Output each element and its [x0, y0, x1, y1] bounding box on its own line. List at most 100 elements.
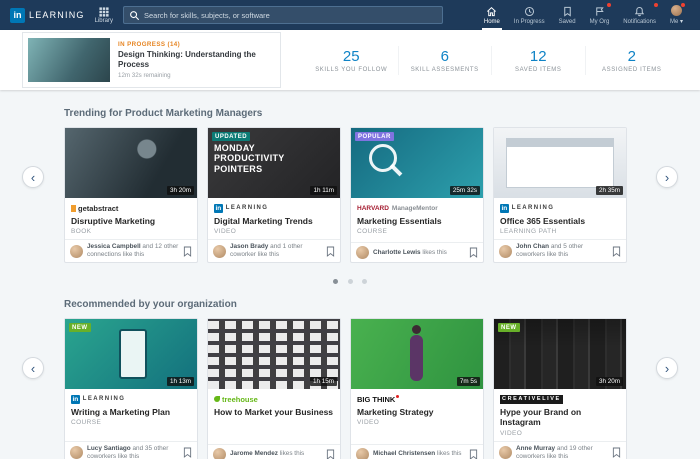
bookmark-icon[interactable]	[326, 246, 335, 257]
duration-label: 1h 11m	[310, 186, 337, 195]
liker-name[interactable]: Jason Brady	[230, 243, 268, 250]
course-type: VIDEO	[214, 228, 334, 236]
time-remaining: 12m 32s remaining	[118, 72, 270, 79]
search-bar	[123, 6, 443, 24]
section-trending: Trending for Product Marketing Managers …	[0, 108, 700, 289]
liker-name[interactable]: Anne Murray	[516, 445, 555, 452]
course-thumbnail[interactable]: UPDATED Monday Productivity Pointers 1h …	[208, 128, 340, 198]
course-thumbnail[interactable]: NEW 1h 13m	[65, 319, 197, 389]
carousel-prev-button[interactable]: ‹	[22, 166, 44, 188]
course-thumbnail[interactable]: 1h 15m	[208, 319, 340, 389]
bookmark-icon[interactable]	[469, 247, 478, 258]
liker-name[interactable]: Jarome Mendez	[230, 450, 278, 457]
pagination-dot[interactable]	[348, 279, 353, 284]
course-type: BOOK	[71, 228, 191, 236]
duration-label: 25m 32s	[450, 186, 480, 195]
stat-saved-items[interactable]: 12 SAVED ITEMS	[491, 46, 585, 75]
nav-me[interactable]: Me ▾	[663, 0, 690, 30]
course-card[interactable]: UPDATED Monday Productivity Pointers 1h …	[207, 127, 341, 263]
home-icon	[486, 6, 497, 17]
course-title[interactable]: How to Market your Business	[214, 407, 334, 417]
stat-skill-assessments[interactable]: 6 SKILL ASSESMENTS	[398, 46, 492, 75]
bookmark-icon	[562, 6, 573, 17]
badge: POPULAR	[355, 132, 394, 141]
course-title[interactable]: Office 365 Essentials	[500, 216, 620, 226]
stat-value: 25	[311, 48, 392, 65]
bookmark-icon[interactable]	[183, 246, 192, 257]
card-row: 3h 20m getabstract Disruptive Marketing …	[0, 127, 700, 263]
avatar	[499, 245, 512, 258]
clock-icon	[524, 6, 535, 17]
liker-name[interactable]: Charlotte Lewis	[373, 249, 421, 256]
in-progress-title[interactable]: Design Thinking: Understanding the Proce…	[118, 50, 270, 70]
avatar	[499, 446, 512, 459]
nav-home[interactable]: Home	[477, 0, 507, 30]
course-title[interactable]: Marketing Essentials	[357, 216, 477, 226]
nav-saved[interactable]: Saved	[552, 0, 583, 30]
course-thumbnail[interactable]: 7m 5s	[351, 319, 483, 389]
main-content: Trending for Product Marketing Managers …	[0, 90, 700, 459]
library-button[interactable]: Library	[95, 7, 113, 24]
course-card[interactable]: NEW 3h 20m CREATIVELIVE Hype your Brand …	[493, 318, 627, 459]
course-thumbnail[interactable]: 2h 35m	[494, 128, 626, 198]
course-thumbnail[interactable]: POPULAR 25m 32s	[351, 128, 483, 198]
course-type	[214, 419, 334, 427]
nav-my-org[interactable]: My Org	[583, 0, 617, 30]
course-thumbnail[interactable]: NEW 3h 20m	[494, 319, 626, 389]
provider-logo: treehouse	[214, 394, 334, 404]
thumbnail-text: Monday Productivity Pointers	[214, 143, 317, 174]
duration-label: 1h 15m	[310, 377, 337, 386]
liker-name[interactable]: John Chan	[516, 243, 549, 250]
carousel-next-button[interactable]: ›	[656, 166, 678, 188]
pagination-dot[interactable]	[362, 279, 367, 284]
course-card[interactable]: 2h 35m in LEARNING Office 365 Essentials…	[493, 127, 627, 263]
search-input[interactable]	[144, 11, 437, 20]
course-card[interactable]: 1h 15m treehouse How to Market your Busi…	[207, 318, 341, 459]
linkedin-learning-logo[interactable]: in LEARNING	[10, 8, 85, 23]
bookmark-icon[interactable]	[326, 449, 335, 459]
liker-name[interactable]: Jessica Campbell	[87, 243, 141, 250]
course-title[interactable]: Marketing Strategy	[357, 407, 477, 417]
bookmark-icon[interactable]	[612, 447, 621, 458]
bookmark-icon[interactable]	[612, 246, 621, 257]
duration-label: 3h 20m	[167, 186, 194, 195]
liker-name[interactable]: Lucy Santiago	[87, 445, 131, 452]
course-card[interactable]: NEW 1h 13m in LEARNING Writing a Marketi…	[64, 318, 198, 459]
course-card[interactable]: POPULAR 25m 32s HARVARD ManageMentor Mar…	[350, 127, 484, 263]
liker-name[interactable]: Michael Christensen	[373, 450, 435, 457]
course-type: VIDEO	[357, 419, 477, 427]
social-row: Michael Christensen likes this	[351, 444, 483, 459]
top-nav-bar: in LEARNING Library Home	[0, 0, 700, 30]
stat-assigned-items[interactable]: 2 ASSIGNED ITEMS	[585, 46, 679, 75]
bookmark-icon[interactable]	[469, 449, 478, 459]
course-title[interactable]: Hype your Brand on Instagram	[500, 407, 620, 427]
stat-label: SKILL ASSESMENTS	[405, 67, 486, 73]
stat-skills-you-follow[interactable]: 25 SKILLS YOU FOLLOW	[305, 46, 398, 75]
grid-icon	[99, 7, 109, 17]
provider-logo: in LEARNING	[214, 203, 334, 213]
course-thumbnail[interactable]: 3h 20m	[65, 128, 197, 198]
social-text: likes this	[422, 249, 447, 256]
badge: NEW	[498, 323, 520, 332]
nav-label: Home	[484, 19, 500, 25]
social-row: Jarome Mendez likes this	[208, 444, 340, 459]
provider-logo: HARVARD ManageMentor	[357, 203, 477, 213]
course-title[interactable]: Disruptive Marketing	[71, 216, 191, 226]
provider-logo: BIG THINK	[357, 394, 477, 404]
course-card[interactable]: 7m 5s BIG THINK Marketing Strategy VIDEO…	[350, 318, 484, 459]
nav-notifications[interactable]: Notifications	[616, 0, 663, 30]
avatar	[70, 446, 83, 459]
nav-in-progress[interactable]: In Progress	[507, 0, 552, 30]
course-type: LEARNING PATH	[500, 228, 620, 236]
search-icon	[129, 10, 140, 21]
section-title: Recommended by your organization	[64, 299, 700, 310]
course-title[interactable]: Digital Marketing Trends	[214, 216, 334, 226]
pagination-dot[interactable]	[333, 279, 338, 284]
in-progress-card[interactable]: IN PROGRESS (14) Design Thinking: Unders…	[22, 32, 281, 88]
duration-label: 3h 20m	[596, 377, 623, 386]
course-title[interactable]: Writing a Marketing Plan	[71, 407, 191, 417]
duration-label: 7m 5s	[457, 377, 480, 386]
course-card[interactable]: 3h 20m getabstract Disruptive Marketing …	[64, 127, 198, 263]
bookmark-icon[interactable]	[183, 447, 192, 458]
provider-logo: CREATIVELIVE	[500, 394, 620, 404]
